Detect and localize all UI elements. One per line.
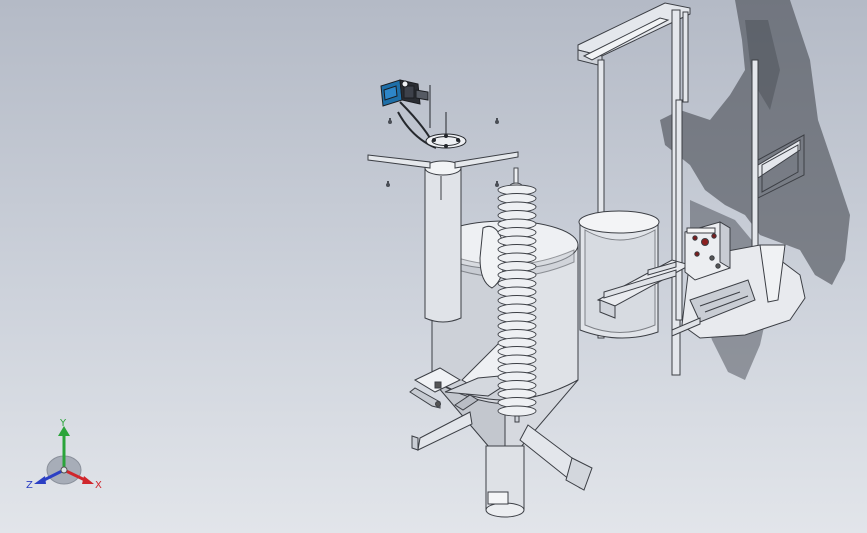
graphics-viewport[interactable]: Y X Z [0, 0, 867, 533]
x-axis-label: X [95, 480, 102, 491]
drive-motor[interactable] [380, 79, 431, 128]
triad-origin [60, 466, 68, 474]
y-axis-label: Y [59, 418, 67, 429]
model-scene[interactable] [0, 0, 867, 533]
screw-shaft-end [514, 415, 520, 423]
axis-triad: Y X Z [26, 418, 102, 491]
screw-flight [497, 405, 537, 417]
drive-pulley[interactable] [425, 112, 467, 149]
screw-flights [497, 184, 537, 423]
inlet-pipe[interactable] [424, 160, 462, 323]
z-axis-label: Z [26, 480, 33, 491]
z-axis-arrow [34, 476, 46, 484]
x-axis-arrow [82, 476, 94, 484]
